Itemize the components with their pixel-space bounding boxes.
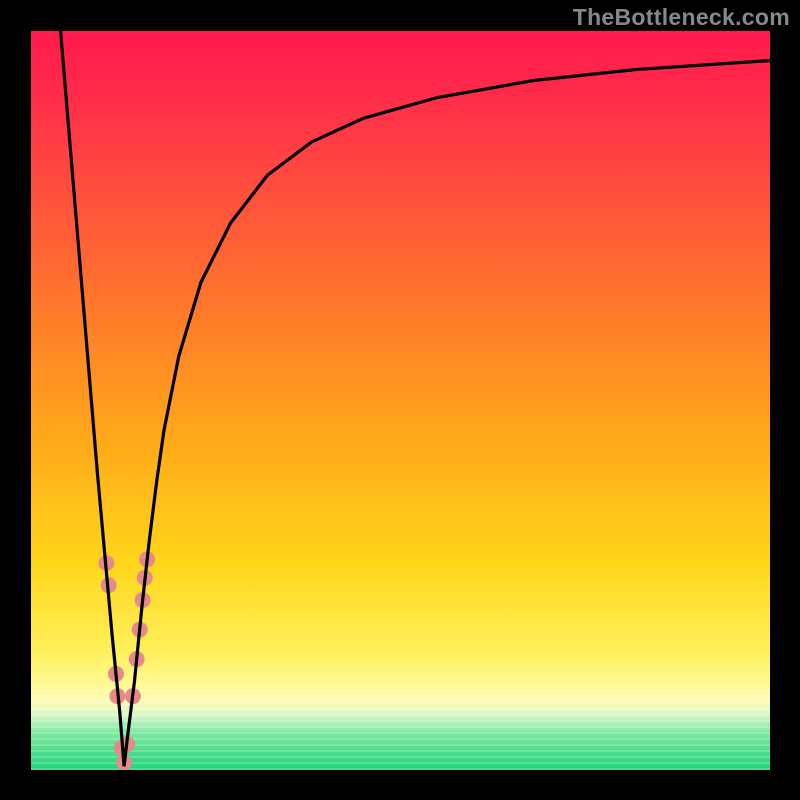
- curve-layer: [31, 31, 770, 770]
- bottleneck-curve: [61, 31, 770, 766]
- chart-root: TheBottleneck.com: [0, 0, 800, 800]
- plot-area: [31, 31, 770, 770]
- watermark-text: TheBottleneck.com: [573, 4, 790, 31]
